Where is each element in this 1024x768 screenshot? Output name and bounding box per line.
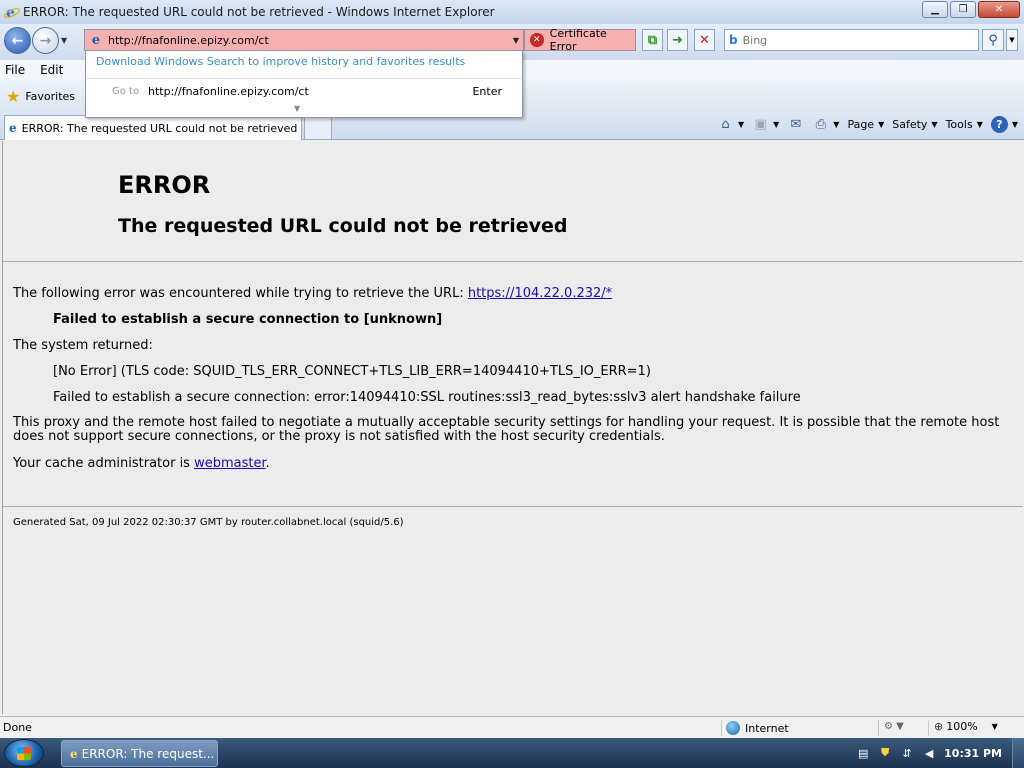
home-icon: ⌂ bbox=[721, 117, 730, 132]
goto-label: Go to bbox=[112, 86, 140, 97]
volume-icon[interactable]: ◀ bbox=[922, 746, 936, 760]
window-title: ERROR: The requested URL could not be re… bbox=[23, 5, 495, 19]
back-button[interactable]: ← bbox=[4, 27, 31, 54]
zoom-control[interactable]: ⊕ 100% ▼ bbox=[934, 720, 998, 733]
tls-code-text: [No Error] (TLS code: SQUID_TLS_ERR_CONN… bbox=[53, 364, 651, 379]
search-input[interactable] bbox=[742, 33, 943, 47]
clock[interactable]: 10:31 PM bbox=[944, 747, 1002, 760]
webmaster-link[interactable]: webmaster bbox=[194, 456, 266, 471]
system-returned-label: The system returned: bbox=[13, 338, 153, 353]
new-tab-button[interactable] bbox=[304, 117, 332, 139]
status-separator bbox=[878, 720, 879, 736]
admin-suffix: . bbox=[265, 456, 270, 471]
bing-icon: b bbox=[729, 33, 738, 47]
ssl-detail-text: Failed to establish a secure connection:… bbox=[53, 390, 801, 405]
show-desktop-button[interactable] bbox=[1012, 738, 1024, 768]
title-bar: e ERROR: The requested URL could not be … bbox=[0, 0, 1024, 24]
help-icon: ? bbox=[990, 116, 1008, 133]
retrieved-url-link[interactable]: https://104.22.0.232/* bbox=[468, 286, 612, 301]
intro-text: The following error was encountered whil… bbox=[13, 286, 464, 301]
search-button[interactable]: ⚲ bbox=[982, 29, 1004, 51]
favorites-button[interactable]: Favorites bbox=[25, 90, 75, 103]
zoom-level: 100% bbox=[946, 720, 978, 733]
admin-text: Your cache administrator is bbox=[13, 456, 190, 471]
command-bar: ⌂ ▼ ▣ ▼ ✉ ⎙ ▼ Page ▼ Safety ▼ Tools ▼ ? ▼ bbox=[709, 116, 1018, 133]
home-button[interactable]: ⌂ ▼ bbox=[717, 116, 744, 133]
tab-ie-icon: e bbox=[9, 121, 17, 135]
page-subtitle: The requested URL could not be retrieved bbox=[118, 215, 568, 237]
page-content: ERROR The requested URL could not be ret… bbox=[2, 141, 1023, 714]
tools-menu-label: Tools bbox=[945, 118, 973, 131]
failed-message: Failed to establish a secure connection … bbox=[53, 312, 443, 327]
menu-file[interactable]: File bbox=[5, 63, 25, 77]
search-box[interactable]: b bbox=[724, 29, 979, 51]
safety-menu-button[interactable]: Safety ▼ bbox=[892, 118, 937, 131]
page-menu-label: Page bbox=[847, 118, 875, 131]
page-menu-button[interactable]: Page ▼ bbox=[847, 118, 884, 131]
recent-pages-dropdown[interactable]: ▼ bbox=[61, 36, 67, 45]
restore-button[interactable]: ❐ bbox=[950, 1, 976, 18]
go-button[interactable]: ➜ bbox=[667, 29, 688, 51]
start-button[interactable] bbox=[4, 739, 44, 767]
generated-footer: Generated Sat, 09 Jul 2022 02:30:37 GMT … bbox=[13, 517, 404, 528]
globe-icon bbox=[726, 721, 740, 735]
taskbar: e ERROR: The request... ▤ ⛊ ⇵ ◀ 10:31 PM bbox=[0, 738, 1024, 768]
network-icon[interactable]: ⇵ bbox=[900, 746, 914, 760]
intro-paragraph: The following error was encountered whil… bbox=[13, 286, 612, 301]
address-dropdown-icon[interactable]: ▼ bbox=[513, 36, 519, 45]
footer-divider bbox=[3, 506, 1023, 507]
tab-title: ERROR: The requested URL could not be re… bbox=[21, 121, 298, 135]
system-tray: ▤ ⛊ ⇵ ◀ 10:31 PM bbox=[856, 738, 1024, 768]
minimize-button[interactable]: ▁ bbox=[922, 1, 948, 18]
menu-edit[interactable]: Edit bbox=[40, 63, 63, 77]
goto-url: http://fnafonline.epizy.com/ct bbox=[148, 85, 309, 98]
print-button[interactable]: ⎙ ▼ bbox=[812, 116, 840, 133]
keyboard-icon[interactable]: ▤ bbox=[856, 746, 870, 760]
status-separator-2 bbox=[928, 720, 929, 736]
read-mail-button[interactable]: ✉ bbox=[787, 116, 804, 133]
feeds-button[interactable]: ▣ ▼ bbox=[752, 116, 779, 133]
stop-button[interactable]: ✕ bbox=[694, 29, 715, 51]
page-icon: e bbox=[91, 32, 101, 48]
goto-row[interactable]: Go to http://fnafonline.epizy.com/ct Ent… bbox=[86, 78, 522, 104]
zone-label: Internet bbox=[745, 721, 789, 735]
error-header: ERROR The requested URL could not be ret… bbox=[3, 141, 1023, 262]
close-window-button[interactable]: ✕ bbox=[978, 1, 1020, 18]
favorites-star-icon: ★ bbox=[6, 86, 21, 106]
forward-button[interactable]: → bbox=[32, 27, 59, 54]
windows-logo-icon bbox=[17, 747, 31, 760]
mail-icon: ✉ bbox=[790, 117, 802, 132]
admin-paragraph: Your cache administrator is webmaster. bbox=[13, 456, 270, 471]
address-autocomplete-popup: Download Windows Search to improve histo… bbox=[85, 50, 523, 118]
taskbar-ie-label: ERROR: The request... bbox=[81, 746, 215, 761]
security-zone[interactable]: Internet bbox=[721, 720, 789, 736]
status-bar: Done Internet ⚙ ▼ ⊕ 100% ▼ bbox=[0, 716, 1024, 738]
address-url[interactable]: http://fnafonline.epizy.com/ct bbox=[108, 34, 513, 47]
shield-error-icon: ✕ bbox=[530, 33, 544, 47]
expand-more-icon[interactable]: ▼ bbox=[294, 104, 300, 113]
address-bar[interactable]: e http://fnafonline.epizy.com/ct ▼ bbox=[84, 29, 524, 51]
tools-menu-button[interactable]: Tools ▼ bbox=[946, 118, 983, 131]
windows-search-link[interactable]: Download Windows Search to improve histo… bbox=[96, 55, 465, 68]
certificate-error-label: Certificate Error bbox=[549, 27, 607, 53]
ie-logo-icon: e bbox=[4, 4, 20, 21]
search-options-dropdown[interactable]: ▼ bbox=[1006, 29, 1018, 51]
protected-mode-icon[interactable]: ⚙ ▼ bbox=[884, 721, 904, 732]
safety-menu-label: Safety bbox=[892, 118, 928, 131]
taskbar-ie-button[interactable]: e ERROR: The request... bbox=[61, 740, 218, 767]
goto-enter-hint: Enter bbox=[472, 85, 502, 98]
rss-icon: ▣ bbox=[754, 117, 767, 132]
explanation-paragraph: This proxy and the remote host failed to… bbox=[13, 415, 1000, 444]
certificate-error-button[interactable]: ✕ Certificate Error bbox=[524, 27, 636, 53]
tab-active[interactable]: e ERROR: The requested URL could not be … bbox=[4, 115, 302, 140]
page-title: ERROR bbox=[118, 171, 211, 199]
zoom-icon: ⊕ bbox=[934, 720, 944, 733]
status-text: Done bbox=[3, 721, 32, 734]
compatibility-view-button[interactable]: ⧉ bbox=[642, 29, 663, 51]
zoom-dropdown-icon[interactable]: ▼ bbox=[992, 722, 998, 731]
taskbar-ie-icon: e bbox=[70, 746, 78, 761]
security-shield-icon[interactable]: ⛊ bbox=[878, 746, 892, 760]
printer-icon: ⎙ bbox=[815, 117, 826, 132]
help-button[interactable]: ? ▼ bbox=[990, 116, 1018, 133]
